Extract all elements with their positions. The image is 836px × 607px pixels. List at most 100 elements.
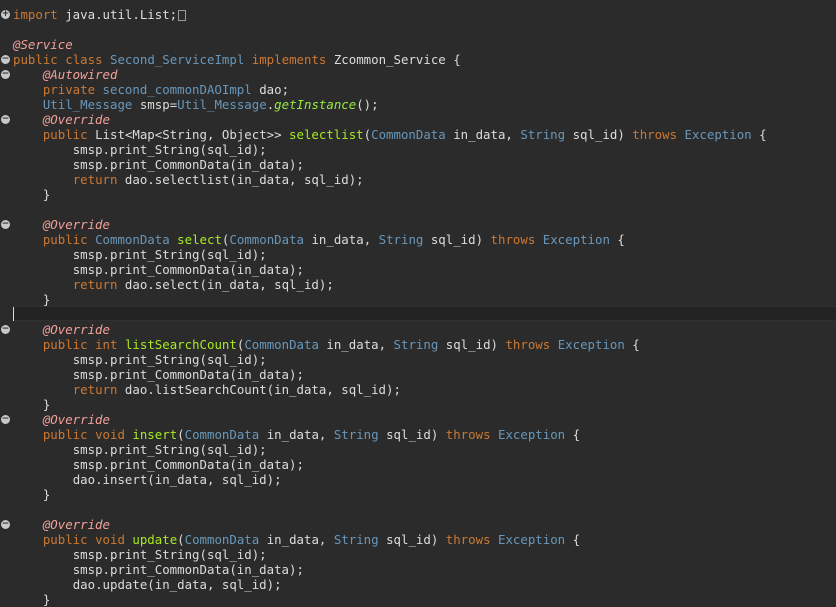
static-method: getInstance bbox=[274, 97, 357, 112]
fold-collapse-icon[interactable] bbox=[1, 55, 10, 64]
annotation: @Override bbox=[42, 412, 110, 427]
keyword: class bbox=[65, 52, 103, 67]
type: String bbox=[333, 532, 379, 547]
code-line-method-declaration[interactable]: public void update(CommonData in_data, S… bbox=[13, 532, 580, 547]
code-line[interactable]: return dao.selectlist(in_data, sql_id); bbox=[13, 172, 364, 187]
fold-collapse-icon[interactable] bbox=[1, 115, 10, 124]
variable: smsp bbox=[139, 97, 170, 112]
punctuation: (); bbox=[356, 97, 379, 112]
code-line[interactable]: smsp.print_CommonData(in_data); bbox=[13, 562, 304, 577]
statement: dao.insert(in_data, sql_id); bbox=[72, 472, 282, 487]
text-cursor bbox=[13, 307, 14, 321]
code-line[interactable]: @Autowired bbox=[13, 67, 118, 82]
code-line[interactable]: smsp.print_String(sql_id); bbox=[13, 352, 267, 367]
fold-collapse-icon[interactable] bbox=[1, 415, 10, 424]
code-line-method-declaration[interactable]: public CommonData select(CommonData in_d… bbox=[13, 232, 625, 247]
fold-collapse-icon[interactable] bbox=[1, 325, 10, 334]
fold-collapse-icon[interactable] bbox=[1, 70, 10, 79]
code-line-method-declaration[interactable]: public void insert(CommonData in_data, S… bbox=[13, 427, 580, 442]
statement: smsp.print_String(sql_id); bbox=[72, 247, 267, 262]
code-line[interactable]: @Service bbox=[13, 37, 73, 52]
code-line[interactable]: @Override bbox=[13, 217, 110, 232]
keyword: public bbox=[42, 532, 88, 547]
brace: } bbox=[42, 397, 51, 412]
code-line-import[interactable]: import java.util.List; bbox=[13, 7, 187, 22]
param: sql_id bbox=[572, 127, 618, 142]
brace: } bbox=[42, 592, 51, 607]
code-line[interactable]: } bbox=[13, 187, 50, 202]
brace: { bbox=[445, 52, 461, 67]
type: String bbox=[378, 232, 424, 247]
code-line[interactable]: smsp.print_CommonData(in_data); bbox=[13, 157, 304, 172]
class-name: Second_ServiceImpl bbox=[110, 52, 245, 67]
brace: } bbox=[42, 187, 51, 202]
code-line[interactable]: Util_Message smsp=Util_Message.getInstan… bbox=[13, 97, 379, 112]
code-line-method-declaration[interactable]: public int listSearchCount(CommonData in… bbox=[13, 337, 640, 352]
annotation: @Override bbox=[42, 322, 110, 337]
param: in_data bbox=[326, 337, 379, 352]
code-line[interactable]: } bbox=[13, 292, 50, 307]
statement: smsp.print_String(sql_id); bbox=[72, 547, 267, 562]
keyword: return bbox=[72, 277, 118, 292]
code-line[interactable]: smsp.print_String(sql_id); bbox=[13, 442, 267, 457]
code-line[interactable]: smsp.print_CommonData(in_data); bbox=[13, 262, 304, 277]
param: sql_id bbox=[430, 232, 476, 247]
code-line[interactable]: smsp.print_CommonData(in_data); bbox=[13, 367, 304, 382]
type: Exception bbox=[542, 232, 610, 247]
type: second_commonDAOImpl bbox=[102, 82, 252, 97]
code-line[interactable]: smsp.print_String(sql_id); bbox=[13, 247, 267, 262]
code-line[interactable]: return dao.listSearchCount(in_data, sql_… bbox=[13, 382, 401, 397]
code-line[interactable]: private second_commonDAOImpl dao; bbox=[13, 82, 289, 97]
keyword: implements bbox=[251, 52, 327, 67]
type: String bbox=[393, 337, 439, 352]
variable: dao; bbox=[259, 82, 290, 97]
method-name: select bbox=[177, 232, 222, 247]
code-line-class-declaration[interactable]: public class Second_ServiceImpl implemen… bbox=[13, 52, 461, 67]
code-line[interactable]: } bbox=[13, 487, 50, 502]
keyword: public bbox=[13, 52, 58, 67]
code-line[interactable]: smsp.print_String(sql_id); bbox=[13, 547, 267, 562]
code-line[interactable]: @Override bbox=[13, 412, 110, 427]
code-line[interactable]: } bbox=[13, 397, 50, 412]
interface-name: Zcommon_Service bbox=[333, 52, 446, 67]
code-line-method-declaration[interactable]: public List<Map<String, Object>> selectl… bbox=[13, 127, 767, 142]
code-line[interactable]: smsp.print_String(sql_id); bbox=[13, 142, 267, 157]
keyword: public bbox=[42, 232, 88, 247]
code-line[interactable]: dao.update(in_data, sql_id); bbox=[13, 577, 282, 592]
statement: smsp.print_CommonData(in_data); bbox=[72, 367, 304, 382]
code-line[interactable]: @Override bbox=[13, 322, 110, 337]
brace: } bbox=[42, 292, 51, 307]
code-line[interactable]: dao.insert(in_data, sql_id); bbox=[13, 472, 282, 487]
type: Exception bbox=[498, 427, 566, 442]
code-line[interactable]: @Override bbox=[13, 112, 110, 127]
keyword: throws bbox=[445, 532, 491, 547]
method-name: insert bbox=[132, 427, 178, 442]
fold-collapse-icon[interactable] bbox=[1, 520, 10, 529]
code-line[interactable]: return dao.select(in_data, sql_id); bbox=[13, 277, 334, 292]
statement: smsp.print_CommonData(in_data); bbox=[72, 562, 304, 577]
method-name: update bbox=[132, 532, 178, 547]
fold-expand-icon[interactable] bbox=[1, 10, 10, 19]
fold-collapse-icon[interactable] bbox=[1, 220, 10, 229]
keyword: void bbox=[95, 427, 125, 442]
collapsed-imports-box-icon[interactable] bbox=[178, 10, 187, 21]
annotation: @Override bbox=[42, 217, 110, 232]
statement: smsp.print_CommonData(in_data); bbox=[72, 457, 304, 472]
statement: dao.listSearchCount(in_data, sql_id); bbox=[124, 382, 401, 397]
type: CommonData bbox=[244, 337, 319, 352]
method-name: selectlist bbox=[289, 127, 364, 142]
keyword: public bbox=[42, 127, 88, 142]
code-line[interactable]: smsp.print_CommonData(in_data); bbox=[13, 457, 304, 472]
annotation: @Override bbox=[42, 517, 110, 532]
keyword: return bbox=[72, 382, 118, 397]
code-line[interactable]: } bbox=[13, 592, 50, 607]
annotation: @Override bbox=[42, 112, 110, 127]
type: CommonData bbox=[229, 232, 304, 247]
code-editor[interactable]: import java.util.List; @Service public c… bbox=[0, 0, 836, 607]
code-line[interactable]: @Override bbox=[13, 517, 110, 532]
annotation: @Autowired bbox=[42, 67, 118, 82]
param: in_data bbox=[266, 427, 319, 442]
fold-gutter bbox=[0, 0, 12, 607]
return-type: List<Map<String, Object>> bbox=[95, 127, 282, 142]
keyword: throws bbox=[505, 337, 551, 352]
